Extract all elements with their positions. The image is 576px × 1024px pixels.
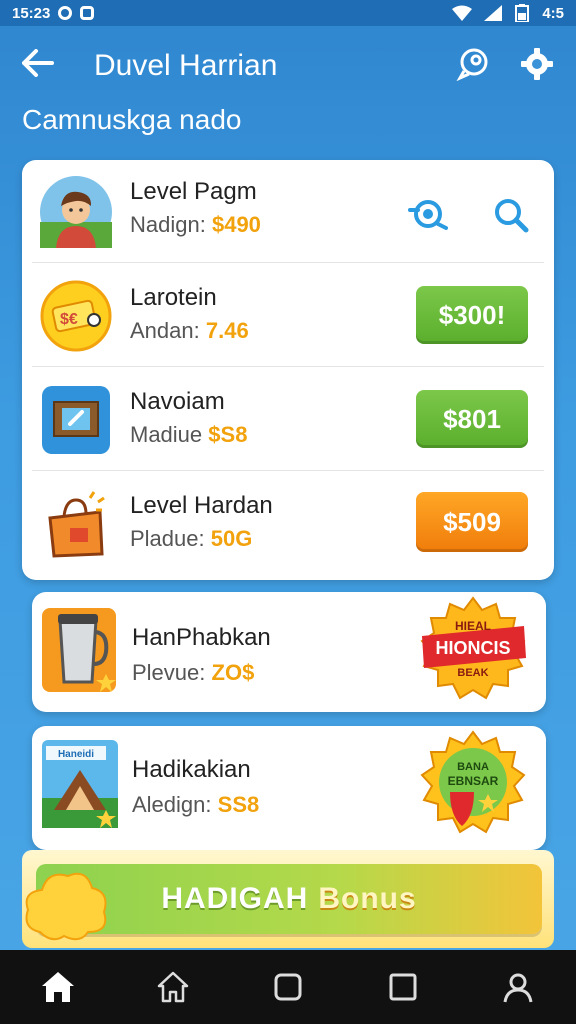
status-time: 15:23: [12, 4, 51, 22]
arrow-left-icon: [22, 48, 54, 77]
item-value: 7.46: [205, 318, 249, 343]
refresh-search-button[interactable]: [408, 196, 448, 237]
bottom-nav: [0, 950, 576, 1024]
search-button[interactable]: [492, 196, 530, 239]
settings-icon: [521, 47, 553, 80]
battery-text: 4:5: [542, 4, 564, 22]
offer-card[interactable]: Haneidi Hadikakian Aledign: SS8 BANA EBN…: [32, 726, 546, 850]
camera-notification-icon: [80, 6, 95, 20]
page-title: Duvel Harrian: [94, 49, 278, 82]
list-header-value: $490: [211, 212, 261, 237]
battery-icon: [515, 4, 530, 22]
item-value: $S8: [208, 422, 248, 447]
image-label: Haneidi: [58, 749, 94, 760]
badge-text-bottom: BEAK: [457, 667, 488, 679]
item-label: Madiue: [130, 422, 203, 447]
item-name: Larotein: [130, 284, 217, 311]
card-label: Plevue:: [132, 660, 206, 685]
card-name: Hadikakian: [132, 756, 251, 783]
avatar: [40, 176, 112, 248]
seal-text-main: EBNSAR: [448, 774, 499, 788]
wifi-icon: [452, 5, 473, 21]
chat-button[interactable]: [456, 47, 490, 86]
card-name: HanPhabkan: [132, 624, 271, 651]
nav-home[interactable]: [34, 963, 82, 1011]
section-subtitle: Camnuskga nado: [22, 104, 242, 135]
divider: [32, 366, 544, 367]
price-button[interactable]: $801: [416, 390, 528, 448]
recent-icon: [389, 973, 417, 1001]
card-label: Aledign:: [132, 792, 212, 817]
list-header-row[interactable]: Level Pagm Nadign: $490: [22, 174, 554, 254]
app-bar: Duvel Harrian: [0, 26, 576, 106]
badge-text-main: HIONCIS: [435, 638, 510, 658]
nav-profile[interactable]: [494, 963, 542, 1011]
item-value: 50G: [210, 526, 253, 551]
card-value: ZO$: [211, 660, 255, 685]
home-icon: [41, 972, 74, 1002]
landscape-icon: Haneidi: [42, 740, 118, 828]
price-button[interactable]: $509: [416, 492, 528, 552]
item-label: Pladue:: [130, 526, 205, 551]
card-value: SS8: [217, 792, 260, 817]
list-header-name: Level Pagm: [130, 178, 257, 205]
item-name: Level Hardan: [130, 492, 273, 519]
item-label: Andan:: [130, 318, 200, 343]
signal-icon: [484, 5, 503, 21]
promo-badge-icon: HIEAL HIONCIS BEAK: [420, 596, 526, 700]
nav-house-outline[interactable]: [149, 963, 197, 1011]
list-item[interactable]: Navoiam Madiue $S8 $801: [22, 380, 554, 460]
badge-text-top: HIEAL: [455, 619, 491, 633]
square-icon: [274, 973, 302, 1001]
bonus-cloud-icon: [25, 872, 107, 941]
bonus-word-1: HADIGAH: [161, 882, 309, 915]
divider: [32, 262, 544, 263]
price-button[interactable]: $300!: [416, 286, 528, 344]
list-item[interactable]: Level Hardan Pladue: 50G $509: [22, 484, 554, 564]
status-bar: 15:23 4:5: [0, 0, 576, 26]
offer-card[interactable]: HanPhabkan Plevue: ZO$ HIEAL HIONCIS BEA…: [32, 592, 546, 712]
list-item[interactable]: $€ Larotein Andan: 7.46 $300!: [22, 276, 554, 356]
bonus-button[interactable]: HADIGAH Bonus: [36, 864, 542, 934]
chat-icon: [456, 48, 488, 81]
bonus-word-2: Bonus: [318, 882, 417, 915]
notification-icon: [58, 6, 73, 20]
seal-badge-icon: BANA EBNSAR: [420, 730, 526, 834]
tumbler-icon: [42, 608, 116, 692]
shopping-bag-icon: [48, 491, 105, 558]
house-outline-icon: [157, 971, 189, 1003]
item-name: Navoiam: [130, 388, 225, 415]
back-button[interactable]: [22, 47, 72, 86]
divider: [32, 470, 544, 471]
refresh-search-icon: [408, 200, 448, 230]
search-icon: [495, 199, 529, 233]
settings-button[interactable]: [520, 47, 554, 86]
profile-icon: [503, 973, 533, 1003]
nav-square[interactable]: [264, 963, 312, 1011]
coin-ticket-icon: $€: [40, 280, 112, 352]
nav-recent[interactable]: [379, 963, 427, 1011]
item-list-card: Level Pagm Nadign: $490 $€ Larotein Anda…: [22, 160, 554, 580]
photo-frame-icon: [42, 386, 110, 454]
seal-text-top: BANA: [457, 761, 489, 773]
list-header-label: Nadign:: [130, 212, 206, 237]
svg-text:$€: $€: [60, 311, 78, 328]
